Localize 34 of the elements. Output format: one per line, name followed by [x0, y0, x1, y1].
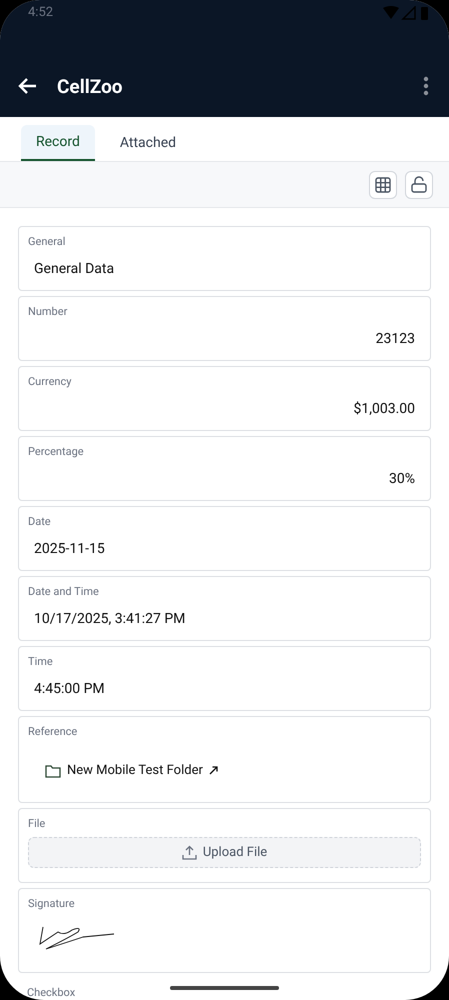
- app-title: CellZoo: [57, 74, 124, 98]
- field-value[interactable]: 10/17/2025, 3:41:27 PM: [34, 611, 415, 627]
- unlock-icon: [411, 176, 427, 193]
- upload-icon: [182, 845, 197, 860]
- unlock-button[interactable]: [405, 170, 433, 198]
- field-value[interactable]: 4:45:00 PM: [34, 681, 415, 697]
- external-link-icon: [208, 766, 218, 775]
- field-label: Date and Time: [28, 585, 99, 598]
- field-value[interactable]: 2025-11-15: [34, 541, 415, 557]
- field-value[interactable]: $1,003.00: [353, 401, 415, 417]
- field-value[interactable]: General Data: [34, 261, 415, 277]
- tab[interactable]: Attached: [104, 125, 192, 161]
- field-label: Number: [28, 305, 68, 318]
- more-icon[interactable]: [423, 76, 429, 96]
- reference-link[interactable]: New Mobile Test Folder: [67, 763, 203, 778]
- status-time: 4:52: [28, 5, 54, 20]
- grid-icon: [375, 176, 391, 192]
- field-label: Time: [28, 655, 53, 668]
- field-value[interactable]: 30%: [389, 471, 415, 487]
- field-label: Currency: [28, 375, 72, 388]
- field-label: Checkbox: [27, 986, 76, 999]
- folder-icon: [45, 764, 61, 778]
- field-label: Signature: [28, 897, 75, 910]
- field-label: Date: [28, 515, 51, 528]
- field-label: File: [28, 817, 46, 830]
- grid-button[interactable]: [369, 170, 397, 198]
- status-icons: [383, 6, 429, 20]
- field-label: Percentage: [28, 445, 84, 458]
- upload-button[interactable]: Upload File: [28, 837, 421, 868]
- back-icon[interactable]: [17, 77, 37, 95]
- tab[interactable]: Record: [21, 125, 95, 161]
- field-label: Reference: [28, 725, 78, 738]
- field-value[interactable]: 23123: [376, 331, 415, 347]
- field-label: General: [28, 235, 66, 248]
